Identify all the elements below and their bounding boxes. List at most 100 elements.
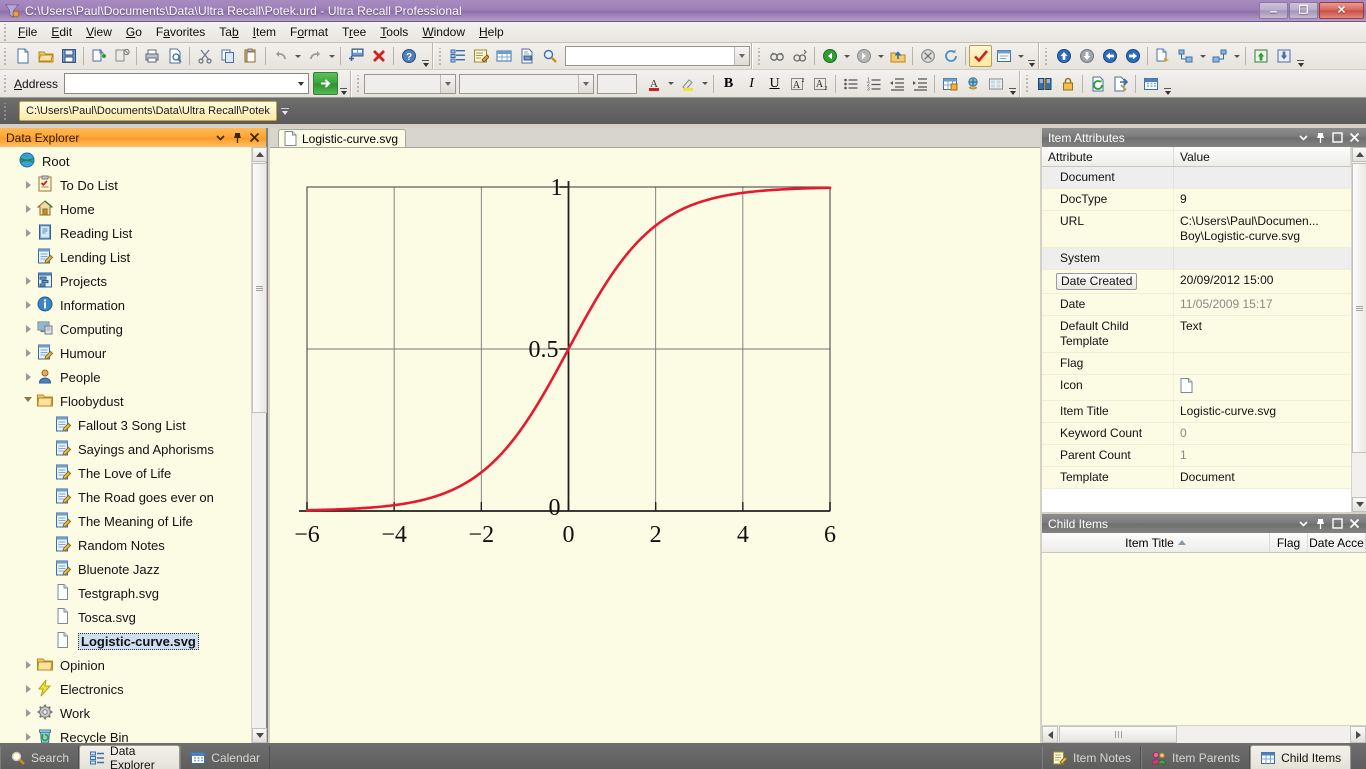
tree-item[interactable]: Bluenote Jazz <box>0 557 251 581</box>
attribute-value[interactable]: Document <box>1174 467 1351 488</box>
italic-icon[interactable]: I <box>740 73 763 95</box>
menu-item-file[interactable]: File <box>11 22 44 42</box>
tree-item[interactable]: Reading List <box>0 221 251 245</box>
notes-view-icon[interactable] <box>469 45 492 67</box>
move-left-icon[interactable] <box>1098 45 1121 67</box>
menu-gripper[interactable] <box>2 23 9 41</box>
attribute-value[interactable]: 20/09/2012 15:00 <box>1174 270 1351 293</box>
grid-view-icon[interactable] <box>492 45 515 67</box>
attributes-row[interactable]: Date 11/05/2009 15:17 <box>1042 294 1351 316</box>
toolbar-gripper-address[interactable] <box>2 75 9 92</box>
toolbar-overflow-standard[interactable] <box>420 44 431 68</box>
expand-triangle-icon[interactable] <box>20 701 36 725</box>
path-gripper[interactable] <box>2 102 9 120</box>
attribute-value[interactable] <box>1174 167 1351 188</box>
pin-icon[interactable] <box>232 132 243 144</box>
tree-item[interactable]: Opinion <box>0 653 251 677</box>
reading-pane-dropdown-arrow[interactable] <box>1015 45 1026 67</box>
toolbar-overflow-extras[interactable] <box>1162 72 1173 96</box>
attributes-group-row[interactable]: System <box>1042 248 1351 270</box>
chevron-down-icon[interactable] <box>578 74 594 93</box>
collapse-triangle-icon[interactable] <box>20 389 36 413</box>
attributes-vertical-scrollbar[interactable] <box>1351 147 1366 512</box>
toolbar-gripper-find[interactable] <box>756 47 763 65</box>
bottom-tab-search[interactable]: Search <box>0 746 80 769</box>
tree-item[interactable]: Work <box>0 701 251 725</box>
bottom-tab-item-parents[interactable]: Item Parents <box>1141 746 1251 769</box>
child-items-column-item-title[interactable]: Item Title <box>1042 533 1270 552</box>
sync-icon[interactable] <box>1086 73 1109 95</box>
reading-pane-icon[interactable] <box>992 45 1015 67</box>
tree-item[interactable]: People <box>0 365 251 389</box>
tree-item[interactable]: The Road goes ever on <box>0 485 251 509</box>
font-size-select[interactable] <box>597 73 638 94</box>
menu-item-go[interactable]: Go <box>119 22 149 42</box>
attribute-value[interactable]: 9 <box>1174 189 1351 210</box>
close-icon[interactable] <box>1349 518 1360 530</box>
demote-icon[interactable] <box>1272 45 1295 67</box>
chevron-down-icon[interactable] <box>1298 518 1309 530</box>
attributes-column-value[interactable]: Value <box>1174 147 1351 166</box>
print-icon[interactable] <box>140 45 163 67</box>
tree-item[interactable]: Humour <box>0 341 251 365</box>
outdent-icon[interactable] <box>1208 45 1231 67</box>
expand-triangle-icon[interactable] <box>20 317 36 341</box>
attribute-value[interactable]: 11/05/2009 15:17 <box>1174 294 1351 315</box>
scroll-up-button[interactable] <box>252 147 267 162</box>
bullet-list-icon[interactable] <box>839 73 862 95</box>
increase-indent-icon[interactable] <box>908 73 931 95</box>
scroll-up-button[interactable] <box>1352 147 1366 162</box>
expand-triangle-icon[interactable] <box>20 341 36 365</box>
tree-item[interactable]: Information <box>0 293 251 317</box>
attributes-column-attribute[interactable]: Attribute <box>1042 147 1174 166</box>
back-green-icon[interactable] <box>818 45 841 67</box>
export-icon[interactable] <box>1109 73 1132 95</box>
scroll-down-button[interactable] <box>252 728 267 743</box>
toolbar-overflow-address[interactable] <box>338 72 349 96</box>
maximize-button[interactable]: ❐ <box>1289 2 1318 19</box>
menu-item-item[interactable]: Item <box>246 22 283 42</box>
close-icon[interactable] <box>1349 132 1360 144</box>
scrollbar-thumb[interactable] <box>252 163 267 413</box>
attributes-row[interactable]: Default Child Template Text <box>1042 316 1351 353</box>
tree-item[interactable]: Random Notes <box>0 533 251 557</box>
attributes-row[interactable]: Date Created 20/09/2012 15:00 <box>1042 270 1351 294</box>
forward-dropdown-arrow[interactable] <box>875 45 886 67</box>
expand-triangle-icon[interactable] <box>20 269 36 293</box>
insert-table-icon[interactable] <box>938 73 961 95</box>
insert-hyperlink-icon[interactable] <box>961 73 984 95</box>
bottom-tab-calendar[interactable]: Calendar <box>180 746 270 769</box>
document-tab-logistic-curve[interactable]: Logistic-curve.svg <box>278 129 407 147</box>
attribute-value[interactable] <box>1174 375 1351 400</box>
save-disk-icon[interactable] <box>57 45 80 67</box>
tree-item[interactable]: Computing <box>0 317 251 341</box>
child-items-column-flag[interactable]: Flag <box>1270 533 1308 552</box>
attributes-row[interactable]: URL C:\Users\Paul\Documen... Boy\Logistic-… <box>1042 211 1351 248</box>
decrease-indent-icon[interactable] <box>885 73 908 95</box>
help-question-icon[interactable]: ? <box>397 45 420 67</box>
attribute-value[interactable]: C:\Users\Paul\Documen... Boy\Logistic-cur… <box>1174 211 1351 247</box>
menu-item-format[interactable]: Format <box>283 22 335 42</box>
paste-icon[interactable] <box>239 45 262 67</box>
menu-item-tools[interactable]: Tools <box>373 22 415 42</box>
chevron-down-icon[interactable] <box>1298 132 1309 144</box>
expand-triangle-icon[interactable] <box>20 197 36 221</box>
tree-item[interactable]: Electronics <box>0 677 251 701</box>
minimize-button[interactable]: – <box>1259 2 1288 19</box>
dictionary-icon[interactable] <box>1033 73 1056 95</box>
tree-item[interactable]: Lending List <box>0 245 251 269</box>
breadcrumb[interactable]: C:\Users\Paul\Documents\Data\Ultra Recal… <box>19 101 277 121</box>
tree-item[interactable]: Sayings and Aphorisms <box>0 437 251 461</box>
copy-icon[interactable] <box>216 45 239 67</box>
attributes-group-row[interactable]: Document <box>1042 167 1351 189</box>
tree-item[interactable]: Testgraph.svg <box>0 581 251 605</box>
attributes-row[interactable]: Item Title Logistic-curve.svg <box>1042 401 1351 423</box>
new-document-icon[interactable] <box>11 45 34 67</box>
toolbar-overflow-find[interactable] <box>1026 44 1037 68</box>
attributes-row[interactable]: Keyword Count 0 <box>1042 423 1351 445</box>
attribute-value[interactable]: 0 <box>1174 423 1351 444</box>
attribute-value[interactable] <box>1174 353 1351 374</box>
go-arrow-icon[interactable] <box>313 72 339 95</box>
subscript-icon[interactable]: A2 <box>809 73 832 95</box>
pin-icon[interactable] <box>1315 132 1326 144</box>
